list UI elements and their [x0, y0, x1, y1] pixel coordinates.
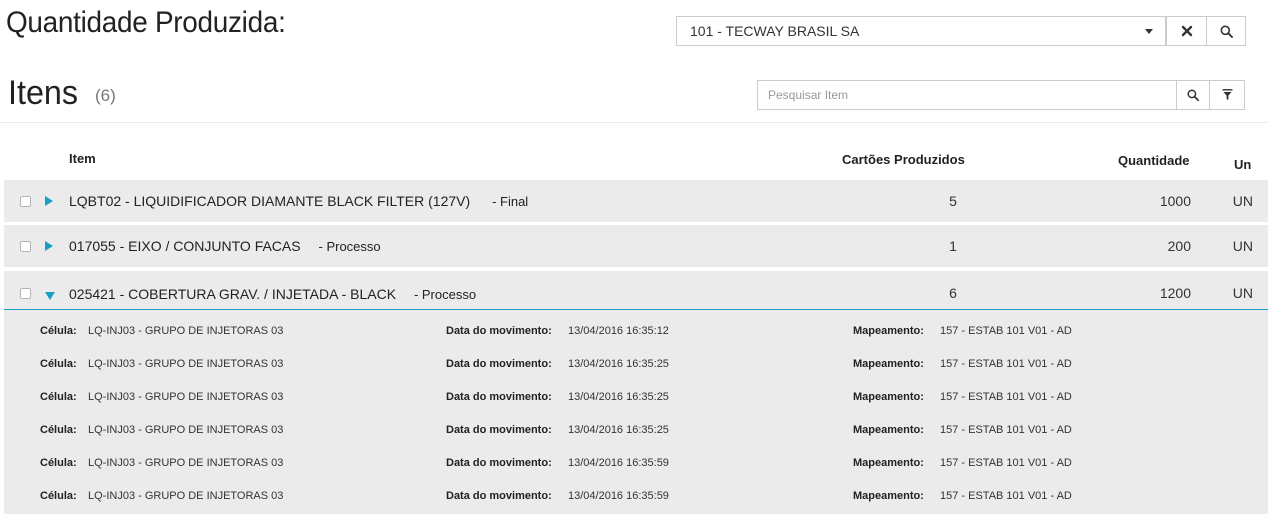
cell-label: Célula: — [40, 325, 77, 337]
expand-toggle[interactable] — [44, 239, 54, 257]
column-header-unit: Un — [1234, 157, 1252, 172]
detail-row: Célula: LQ-INJ03 - GRUPO DE INJETORAS 03… — [4, 424, 1268, 457]
row-item-name: 017055 - EIXO / CONJUNTO FACAS - Process… — [69, 238, 381, 254]
item-code-name: LQBT02 - LIQUIDIFICADOR DIAMANTE BLACK F… — [69, 193, 471, 209]
date-value: 13/04/2016 16:35:59 — [568, 457, 669, 469]
column-header-cards: Cartões Produzidos — [842, 152, 965, 167]
page-title: Quantidade Produzida: — [6, 6, 286, 39]
triangle-right-icon — [45, 241, 53, 251]
cell-value: LQ-INJ03 - GRUPO DE INJETORAS 03 — [88, 358, 284, 370]
triangle-right-icon — [45, 196, 53, 206]
company-select[interactable]: 101 - TECWAY BRASIL SA — [676, 16, 1166, 46]
detail-row: Célula: LQ-INJ03 - GRUPO DE INJETORAS 03… — [4, 325, 1268, 358]
detail-row: Célula: LQ-INJ03 - GRUPO DE INJETORAS 03… — [4, 490, 1268, 514]
expand-toggle[interactable] — [44, 194, 54, 212]
mapping-label: Mapeamento: — [853, 490, 924, 502]
cell-label: Célula: — [40, 358, 77, 370]
row-unit: UN — [1232, 238, 1253, 254]
row-quantity: 200 — [1167, 238, 1191, 254]
clear-company-button[interactable] — [1166, 16, 1207, 46]
date-value: 13/04/2016 16:35:25 — [568, 424, 669, 436]
row-details-panel: Célula: LQ-INJ03 - GRUPO DE INJETORAS 03… — [4, 310, 1268, 514]
mapping-label: Mapeamento: — [853, 457, 924, 469]
divider — [0, 122, 1268, 123]
date-label: Data do movimento: — [446, 325, 552, 337]
filter-button[interactable] — [1209, 80, 1245, 110]
close-icon — [1181, 25, 1192, 37]
chevron-down-icon — [1145, 29, 1153, 34]
cell-value: LQ-INJ03 - GRUPO DE INJETORAS 03 — [88, 391, 284, 403]
mapping-label: Mapeamento: — [853, 358, 924, 370]
row-checkbox[interactable] — [20, 241, 31, 252]
collapse-toggle[interactable] — [44, 288, 56, 306]
mapping-value: 157 - ESTAB 101 V01 - AD — [940, 325, 1072, 337]
date-value: 13/04/2016 16:35:25 — [568, 391, 669, 403]
item-type: - Final — [492, 194, 529, 209]
cell-value: LQ-INJ03 - GRUPO DE INJETORAS 03 — [88, 325, 284, 337]
search-item-button[interactable] — [1176, 80, 1210, 110]
search-icon — [1187, 89, 1199, 101]
cell-label: Célula: — [40, 457, 77, 469]
item-type: - Processo — [413, 287, 477, 302]
filter-icon — [1222, 89, 1232, 100]
item-type: - Processo — [318, 239, 381, 254]
date-value: 13/04/2016 16:35:12 — [568, 325, 669, 337]
mapping-value: 157 - ESTAB 101 V01 - AD — [940, 457, 1072, 469]
cell-value: LQ-INJ03 - GRUPO DE INJETORAS 03 — [88, 457, 284, 469]
mapping-value: 157 - ESTAB 101 V01 - AD — [940, 358, 1072, 370]
date-label: Data do movimento: — [446, 358, 552, 370]
row-quantity: 1200 — [1159, 285, 1191, 301]
date-label: Data do movimento: — [446, 424, 552, 436]
column-header-item: Item — [69, 151, 96, 166]
row-item-name: LQBT02 - LIQUIDIFICADOR DIAMANTE BLACK F… — [69, 193, 528, 209]
column-header-quantity: Quantidade — [1118, 153, 1190, 168]
row-cards: 1 — [949, 238, 957, 254]
table-row-expanded[interactable]: 025421 - COBERTURA GRAV. / INJETADA - BL… — [4, 271, 1268, 310]
mapping-value: 157 - ESTAB 101 V01 - AD — [940, 424, 1072, 436]
row-quantity: 1000 — [1159, 193, 1191, 209]
date-label: Data do movimento: — [446, 391, 552, 403]
cell-label: Célula: — [40, 424, 77, 436]
table-row[interactable]: LQBT02 - LIQUIDIFICADOR DIAMANTE BLACK F… — [4, 180, 1268, 222]
mapping-label: Mapeamento: — [853, 325, 924, 337]
row-unit: UN — [1232, 285, 1253, 301]
date-value: 13/04/2016 16:35:59 — [568, 490, 669, 502]
item-code-name: 025421 - COBERTURA GRAV. / INJETADA - BL… — [69, 286, 397, 302]
detail-row: Célula: LQ-INJ03 - GRUPO DE INJETORAS 03… — [4, 457, 1268, 490]
mapping-label: Mapeamento: — [853, 391, 924, 403]
search-company-button[interactable] — [1206, 16, 1246, 46]
row-cards: 5 — [949, 193, 957, 209]
row-checkbox[interactable] — [20, 196, 31, 207]
table-row[interactable]: 017055 - EIXO / CONJUNTO FACAS - Process… — [4, 225, 1268, 267]
cell-value: LQ-INJ03 - GRUPO DE INJETORAS 03 — [88, 490, 284, 502]
date-value: 13/04/2016 16:35:25 — [568, 358, 669, 370]
date-label: Data do movimento: — [446, 490, 552, 502]
date-label: Data do movimento: — [446, 457, 552, 469]
company-select-value: 101 - TECWAY BRASIL SA — [690, 23, 860, 39]
cell-label: Célula: — [40, 490, 77, 502]
row-unit: UN — [1232, 193, 1253, 209]
detail-row: Célula: LQ-INJ03 - GRUPO DE INJETORAS 03… — [4, 391, 1268, 424]
cell-label: Célula: — [40, 391, 77, 403]
row-checkbox[interactable] — [20, 288, 31, 299]
items-title: Itens — [8, 74, 79, 112]
items-count: (6) — [95, 86, 116, 105]
mapping-label: Mapeamento: — [853, 424, 924, 436]
mapping-value: 157 - ESTAB 101 V01 - AD — [940, 391, 1072, 403]
row-item-name: 025421 - COBERTURA GRAV. / INJETADA - BL… — [69, 286, 476, 302]
triangle-down-icon — [45, 292, 55, 300]
mapping-value: 157 - ESTAB 101 V01 - AD — [940, 490, 1072, 502]
search-icon — [1220, 25, 1233, 38]
item-code-name: 017055 - EIXO / CONJUNTO FACAS — [69, 238, 301, 254]
row-cards: 6 — [949, 285, 957, 301]
search-item-input[interactable] — [757, 80, 1177, 110]
cell-value: LQ-INJ03 - GRUPO DE INJETORAS 03 — [88, 424, 284, 436]
detail-row: Célula: LQ-INJ03 - GRUPO DE INJETORAS 03… — [4, 358, 1268, 391]
